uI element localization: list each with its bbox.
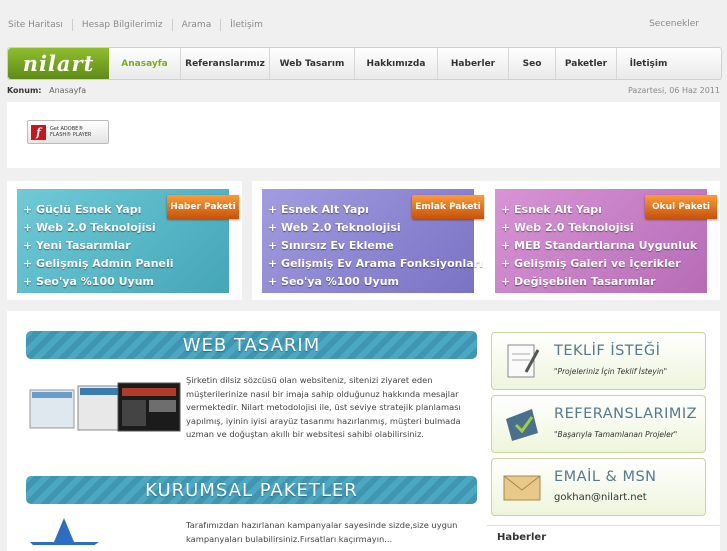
side-button-subtitle: gokhan@nilart.net <box>554 492 647 503</box>
nav-item-home[interactable]: Anasayfa <box>109 48 180 79</box>
nav-item-news[interactable]: Haberler <box>437 48 508 79</box>
flash-container: f Get ADOBE® FLASH® PLAYER <box>7 102 720 168</box>
web-design-description: Şirketin dilsiz sözcüsü olan websiteniz,… <box>186 375 461 440</box>
top-link-search[interactable]: Arama <box>171 19 221 31</box>
promo-feature: + Güçlü Esnek Yapı <box>23 203 142 216</box>
promo-realestate-package[interactable]: + Esnek Alt Yapı + Web 2.0 Teknolojisi +… <box>252 181 487 300</box>
promo-feature-list: + Güçlü Esnek Yapı + Web 2.0 Teknolojisi… <box>23 201 174 291</box>
news-section-title: Haberler <box>487 525 720 545</box>
corporate-packages-description: Tarafımızdan hazırlanan kampanyalar saye… <box>186 520 458 544</box>
folder-check-icon <box>502 405 542 443</box>
main-navigation: nilart Anasayfa Referanslarımız Web Tasa… <box>7 47 722 80</box>
nav-item-web-design[interactable]: Web Tasarım <box>269 48 354 79</box>
promo-feature: + Gelişmiş Ev Arama Fonksiyonları <box>268 257 483 270</box>
promo-tag: Haber Paketi <box>167 195 239 219</box>
promo-school-package[interactable]: + Esnek Alt Yapı + Web 2.0 Teknolojisi +… <box>485 181 720 300</box>
nav-item-about[interactable]: Hakkımızda <box>354 48 437 79</box>
email-msn-button[interactable]: EMAİL & MSN gokhan@nilart.net <box>491 458 706 516</box>
nav-item-packages[interactable]: Paketler <box>555 48 616 79</box>
promo-news-package[interactable]: + Güçlü Esnek Yapı + Web 2.0 Teknolojisi… <box>7 181 242 300</box>
promo-feature: + Web 2.0 Teknolojisi <box>268 221 401 234</box>
website-screenshots-image <box>22 378 182 434</box>
promo-tag: Okul Paketi <box>645 195 717 219</box>
nav-item-contact[interactable]: İletişim <box>616 48 680 79</box>
envelope-icon <box>502 468 542 506</box>
current-date: Pazartesi, 06 Haz 2011 <box>627 86 720 95</box>
breadcrumb-current[interactable]: Anasayfa <box>49 86 86 95</box>
document-pen-icon <box>502 342 542 380</box>
top-link-account[interactable]: Hesap Bilgilerimiz <box>71 19 172 31</box>
side-button-title: EMAİL & MSN <box>554 469 657 485</box>
top-links: Site Haritası Hesap Bilgilerimiz Arama İ… <box>8 19 272 31</box>
side-button-title: REFERANSLARIMIZ <box>554 406 698 422</box>
side-button-subtitle: "Başarıyla Tamamlanan Projeler" <box>554 430 678 439</box>
promo-feature: + Seo'ya %100 Uyum <box>23 275 154 288</box>
section-banner-corporate-packages: KURUMSAL PAKETLER <box>26 476 477 504</box>
breadcrumb-label: Konum: <box>7 86 42 95</box>
nav-item-references[interactable]: Referanslarımız <box>180 48 269 79</box>
promo-feature: + Sınırsız Ev Ekleme <box>268 239 394 252</box>
package-promos: + Güçlü Esnek Yapı + Web 2.0 Teknolojisi… <box>7 181 720 300</box>
get-flash-player-button[interactable]: f Get ADOBE® FLASH® PLAYER <box>27 120 109 144</box>
promo-feature: + Seo'ya %100 Uyum <box>268 275 399 288</box>
nav-item-seo[interactable]: Seo <box>508 48 555 79</box>
references-button[interactable]: REFERANSLARIMIZ "Başarıyla Tamamlanan Pr… <box>491 395 706 453</box>
quote-request-button[interactable]: TEKLİF İSTEĞİ "Projeleriniz İçin Teklif … <box>491 332 706 390</box>
section-banner-web-design: WEB TASARIM <box>26 331 477 359</box>
promo-feature: + Gelişmiş Galeri ve İçerikler <box>501 257 681 270</box>
promo-feature: + Değişebilen Tasarımlar <box>501 275 656 288</box>
promo-tag: Emlak Paketi <box>412 195 484 219</box>
promo-feature: + Gelişmiş Admin Paneli <box>23 257 174 270</box>
side-button-subtitle: "Projeleriniz İçin Teklif İsteyin" <box>554 367 668 376</box>
flash-line-2: FLASH® PLAYER <box>50 132 92 138</box>
promo-feature: + Web 2.0 Teknolojisi <box>23 221 156 234</box>
promo-feature: + Web 2.0 Teknolojisi <box>501 221 634 234</box>
flash-icon: f <box>31 124 46 140</box>
top-link-sitemap[interactable]: Site Haritası <box>8 19 72 31</box>
breadcrumb: Konum: Anasayfa Pazartesi, 06 Haz 2011 <box>7 86 720 95</box>
options-link[interactable]: Secenekler <box>649 19 699 29</box>
top-link-contact[interactable]: İletişim <box>220 19 272 31</box>
promo-feature: + MEB Standartlarına Uygunluk <box>501 239 698 252</box>
promo-feature: + Yeni Tasarımlar <box>23 239 131 252</box>
site-logo[interactable]: nilart <box>8 48 109 79</box>
star-image <box>24 512 124 545</box>
side-button-title: TEKLİF İSTEĞİ <box>554 343 661 359</box>
